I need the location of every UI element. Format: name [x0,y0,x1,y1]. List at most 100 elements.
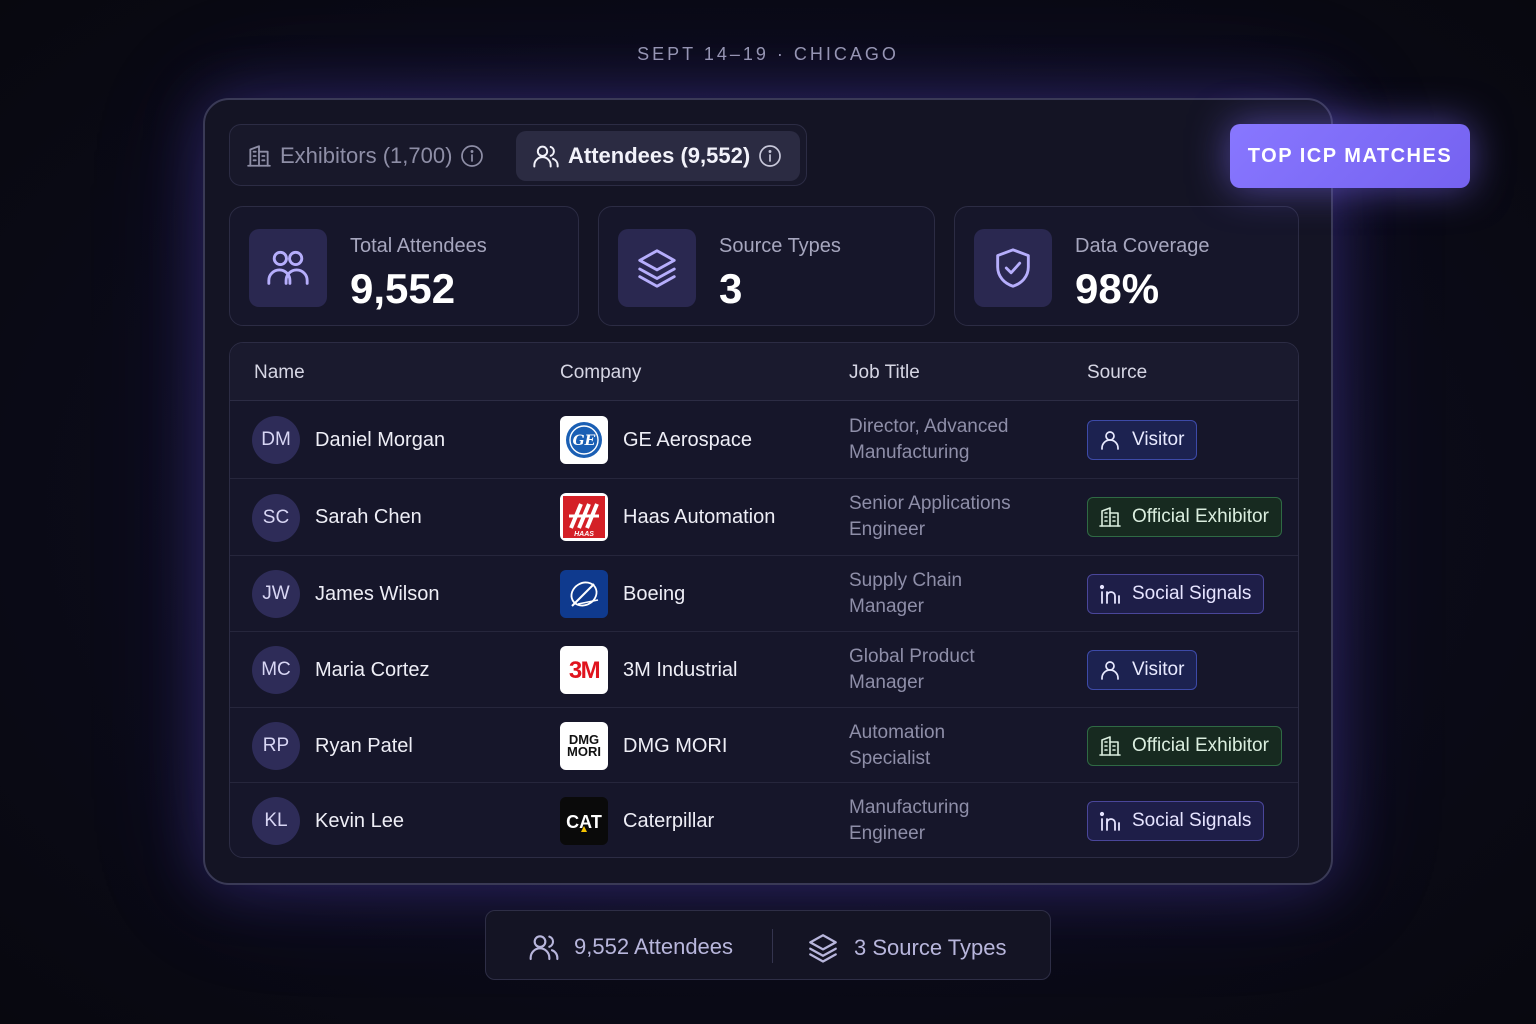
summary-source-types: 3 Source Types [806,931,1006,965]
layers-icon [809,934,837,963]
table-row[interactable]: JW James Wilson Boeing Supply Chain Mana… [230,556,1298,632]
job-title-line: Manufacturing [849,797,970,818]
avatar: DM [252,416,300,464]
haas-logo-text: HAAS [574,531,594,538]
event-date-location: SEPT 14–19 · CHICAGO [637,44,899,64]
source-badge-social-signals[interactable]: Social Signals [1087,574,1265,614]
info-icon[interactable] [460,144,484,168]
company-name: Boeing [623,583,686,605]
stat-icon-box [974,229,1052,307]
tab-exhibitors-label: Exhibitors (1,700) [280,143,453,168]
top-icp-matches-button[interactable]: TOP ICP MATCHES [1230,124,1470,188]
attendee-name: Ryan Patel [315,735,413,757]
company-name: GE Aerospace [623,429,752,451]
user-icon [1101,431,1119,450]
stat-card-total-attendees: Total Attendees 9,552 [229,206,579,326]
stat-icon-box [618,229,696,307]
attendee-name: Sarah Chen [315,506,422,528]
source-badge-official-exhibitor[interactable]: Official Exhibitor [1087,497,1282,537]
building-icon [247,145,271,167]
job-title-line: Manager [849,672,924,693]
company-name: 3M Industrial [623,659,738,681]
column-header-name[interactable]: Name [254,362,305,384]
linkedin-icon [1099,811,1120,831]
attendee-name: Kevin Lee [315,810,404,832]
source-label: Visitor [1132,659,1185,680]
job-title-line: Manufacturing [849,442,970,463]
job-title-line: Specialist [849,748,931,769]
job-title-line: Automation [849,722,946,743]
boeing-logo [560,570,608,618]
tab-exhibitors[interactable]: Exhibitors (1,700) [246,131,492,181]
avatar: KL [252,797,300,845]
avatar: SC [252,494,300,542]
column-header-company[interactable]: Company [560,362,641,384]
stat-icon-box [249,229,327,307]
source-badge-official-exhibitor[interactable]: Official Exhibitor [1087,726,1282,766]
summary-attendees: 9,552 Attendees [528,931,733,963]
summary-source-types-label: 3 Source Types [854,935,1007,960]
job-title: Global Product Manager [849,644,1059,696]
attendee-name: Maria Cortez [315,659,430,681]
ge-logo: GE [560,416,608,464]
app-stage: SEPT 14–19 · CHICAGO Exhibitors (1,700) … [0,0,1536,1024]
stat-value: 98% [1075,265,1160,312]
attendee-name: James Wilson [315,583,440,605]
mori-logo-text: MORI [567,744,601,759]
job-title-line: Manager [849,596,924,617]
source-label: Visitor [1132,429,1185,450]
source-label: Social Signals [1132,810,1252,831]
source-badge-visitor[interactable]: Visitor [1087,650,1198,690]
avatar: JW [252,570,300,618]
stat-value: 9,552 [350,265,456,312]
job-title-line: Engineer [849,519,926,540]
stat-card-source-types: Source Types 3 [598,206,935,326]
stat-label: Source Types [719,235,841,257]
job-title: Senior Applications Engineer [849,491,1059,543]
cat-logo-text: CAT [566,812,602,832]
info-icon[interactable] [758,144,782,168]
job-title: Manufacturing Engineer [849,795,1059,847]
table-row[interactable]: MC Maria Cortez 3M 3M Industrial Global … [230,632,1298,708]
job-title-line: Global Product [849,646,975,667]
shield-check-icon [996,248,1030,288]
job-title: Automation Specialist [849,720,1059,772]
table-header: Name Company Job Title Source [230,343,1298,401]
source-badge-visitor[interactable]: Visitor [1087,420,1198,460]
tab-attendees[interactable]: Attendees (9,552) [516,131,800,181]
dmg-mori-logo: DMG MORI [560,722,608,770]
user-icon [1101,661,1119,680]
job-title-line: Engineer [849,823,926,844]
tab-bar: Exhibitors (1,700) Attendees (9,552) [229,124,807,186]
company-name: Caterpillar [623,810,715,832]
stat-card-data-coverage: Data Coverage 98% [954,206,1299,326]
table-row[interactable]: SC Sarah Chen HAAS Haas Automation Senio… [230,479,1298,556]
job-title-line: Director, Advanced [849,416,1009,437]
stat-label: Data Coverage [1075,235,1210,257]
summary-attendees-label: 9,552 Attendees [574,934,734,959]
source-label: Social Signals [1132,583,1252,604]
avatar: RP [252,722,300,770]
linkedin-icon [1099,584,1120,604]
job-title-line: Supply Chain [849,570,963,591]
column-header-job-title[interactable]: Job Title [849,362,920,384]
column-header-source[interactable]: Source [1087,362,1147,384]
company-name: Haas Automation [623,506,776,528]
source-label: Official Exhibitor [1132,506,1269,527]
company-name: DMG MORI [623,735,728,757]
summary-bar: 9,552 Attendees 3 Source Types [485,910,1051,980]
table-row[interactable]: KL Kevin Lee CAT Caterpillar Manufacturi… [230,783,1298,857]
svg-text:GE: GE [573,433,596,449]
building-icon [1099,736,1121,756]
source-badge-social-signals[interactable]: Social Signals [1087,801,1265,841]
attendee-name: Daniel Morgan [315,429,446,451]
attendees-panel: Exhibitors (1,700) Attendees (9,552) Tot… [203,98,1333,885]
table-row[interactable]: DM Daniel Morgan GE GE Aerospace Directo… [230,401,1298,479]
attendees-table: Name Company Job Title Source DM Daniel … [229,342,1299,858]
users-icon [533,145,559,168]
users-icon [529,935,559,961]
3m-logo-text: 3M [569,657,600,684]
3m-logo: 3M [560,646,608,694]
table-row[interactable]: RP Ryan Patel DMG MORI DMG MORI Automati… [230,708,1298,783]
cat-logo: CAT [560,797,608,845]
